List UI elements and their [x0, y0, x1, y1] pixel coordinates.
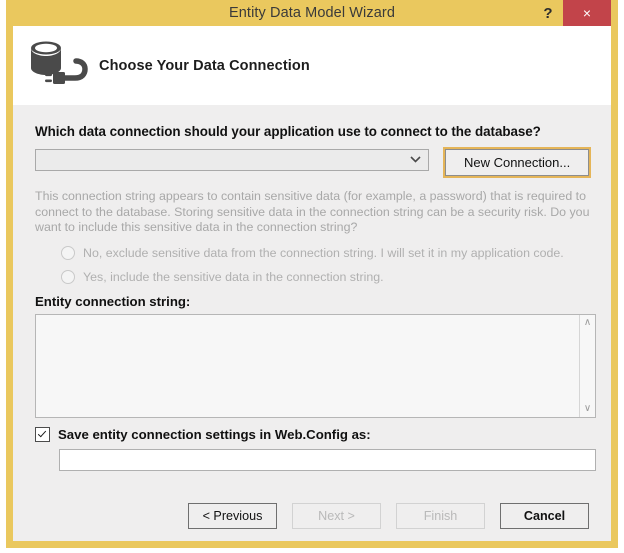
new-connection-button[interactable]: New Connection... [445, 149, 589, 176]
window-title: Entity Data Model Wizard [229, 5, 395, 21]
entity-data-model-wizard-dialog: Entity Data Model Wizard ? × Choose Your… [6, 0, 618, 548]
radio-label: Yes, include the sensitive data in the c… [83, 270, 384, 284]
vertical-scrollbar[interactable]: ∧ ∨ [579, 315, 595, 417]
radio-icon [61, 270, 75, 284]
chevron-down-icon [410, 155, 421, 166]
radio-icon [61, 246, 75, 260]
entity-connection-string-text[interactable] [36, 315, 579, 417]
help-button[interactable]: ? [533, 0, 563, 26]
title-bar-actions: ? × [533, 0, 611, 26]
save-connection-checkbox-label: Save entity connection settings in Web.C… [58, 427, 371, 442]
radio-exclude-sensitive-data[interactable]: No, exclude sensitive data from the conn… [61, 246, 589, 260]
database-connection-icon [13, 38, 99, 94]
entity-connection-string-field[interactable]: ∧ ∨ [35, 314, 596, 418]
scroll-down-icon[interactable]: ∨ [584, 404, 591, 414]
wizard-body: Which data connection should your applic… [13, 105, 611, 541]
entity-connection-string-label: Entity connection string: [35, 294, 589, 309]
data-connection-dropdown[interactable] [35, 149, 429, 171]
sensitive-data-warning: This connection string appears to contai… [35, 189, 596, 236]
page-title: Choose Your Data Connection [99, 58, 310, 74]
checkbox-icon[interactable] [35, 427, 50, 442]
next-button: Next > [292, 503, 381, 529]
scroll-up-icon[interactable]: ∧ [584, 318, 591, 328]
webconfig-name-input[interactable] [59, 449, 596, 471]
radio-include-sensitive-data[interactable]: Yes, include the sensitive data in the c… [61, 270, 589, 284]
question-label: Which data connection should your applic… [35, 105, 589, 139]
wizard-footer: < Previous Next > Finish Cancel [13, 503, 611, 529]
title-bar: Entity Data Model Wizard ? × [13, 0, 611, 26]
finish-button: Finish [396, 503, 485, 529]
cancel-button[interactable]: Cancel [500, 503, 589, 529]
save-connection-checkbox-row[interactable]: Save entity connection settings in Web.C… [35, 427, 589, 442]
sensitive-data-radio-group: No, exclude sensitive data from the conn… [35, 246, 589, 284]
radio-label: No, exclude sensitive data from the conn… [83, 246, 564, 260]
wizard-header: Choose Your Data Connection [13, 26, 611, 105]
previous-button[interactable]: < Previous [188, 503, 277, 529]
close-button[interactable]: × [563, 0, 611, 26]
connection-row: New Connection... [35, 149, 589, 176]
